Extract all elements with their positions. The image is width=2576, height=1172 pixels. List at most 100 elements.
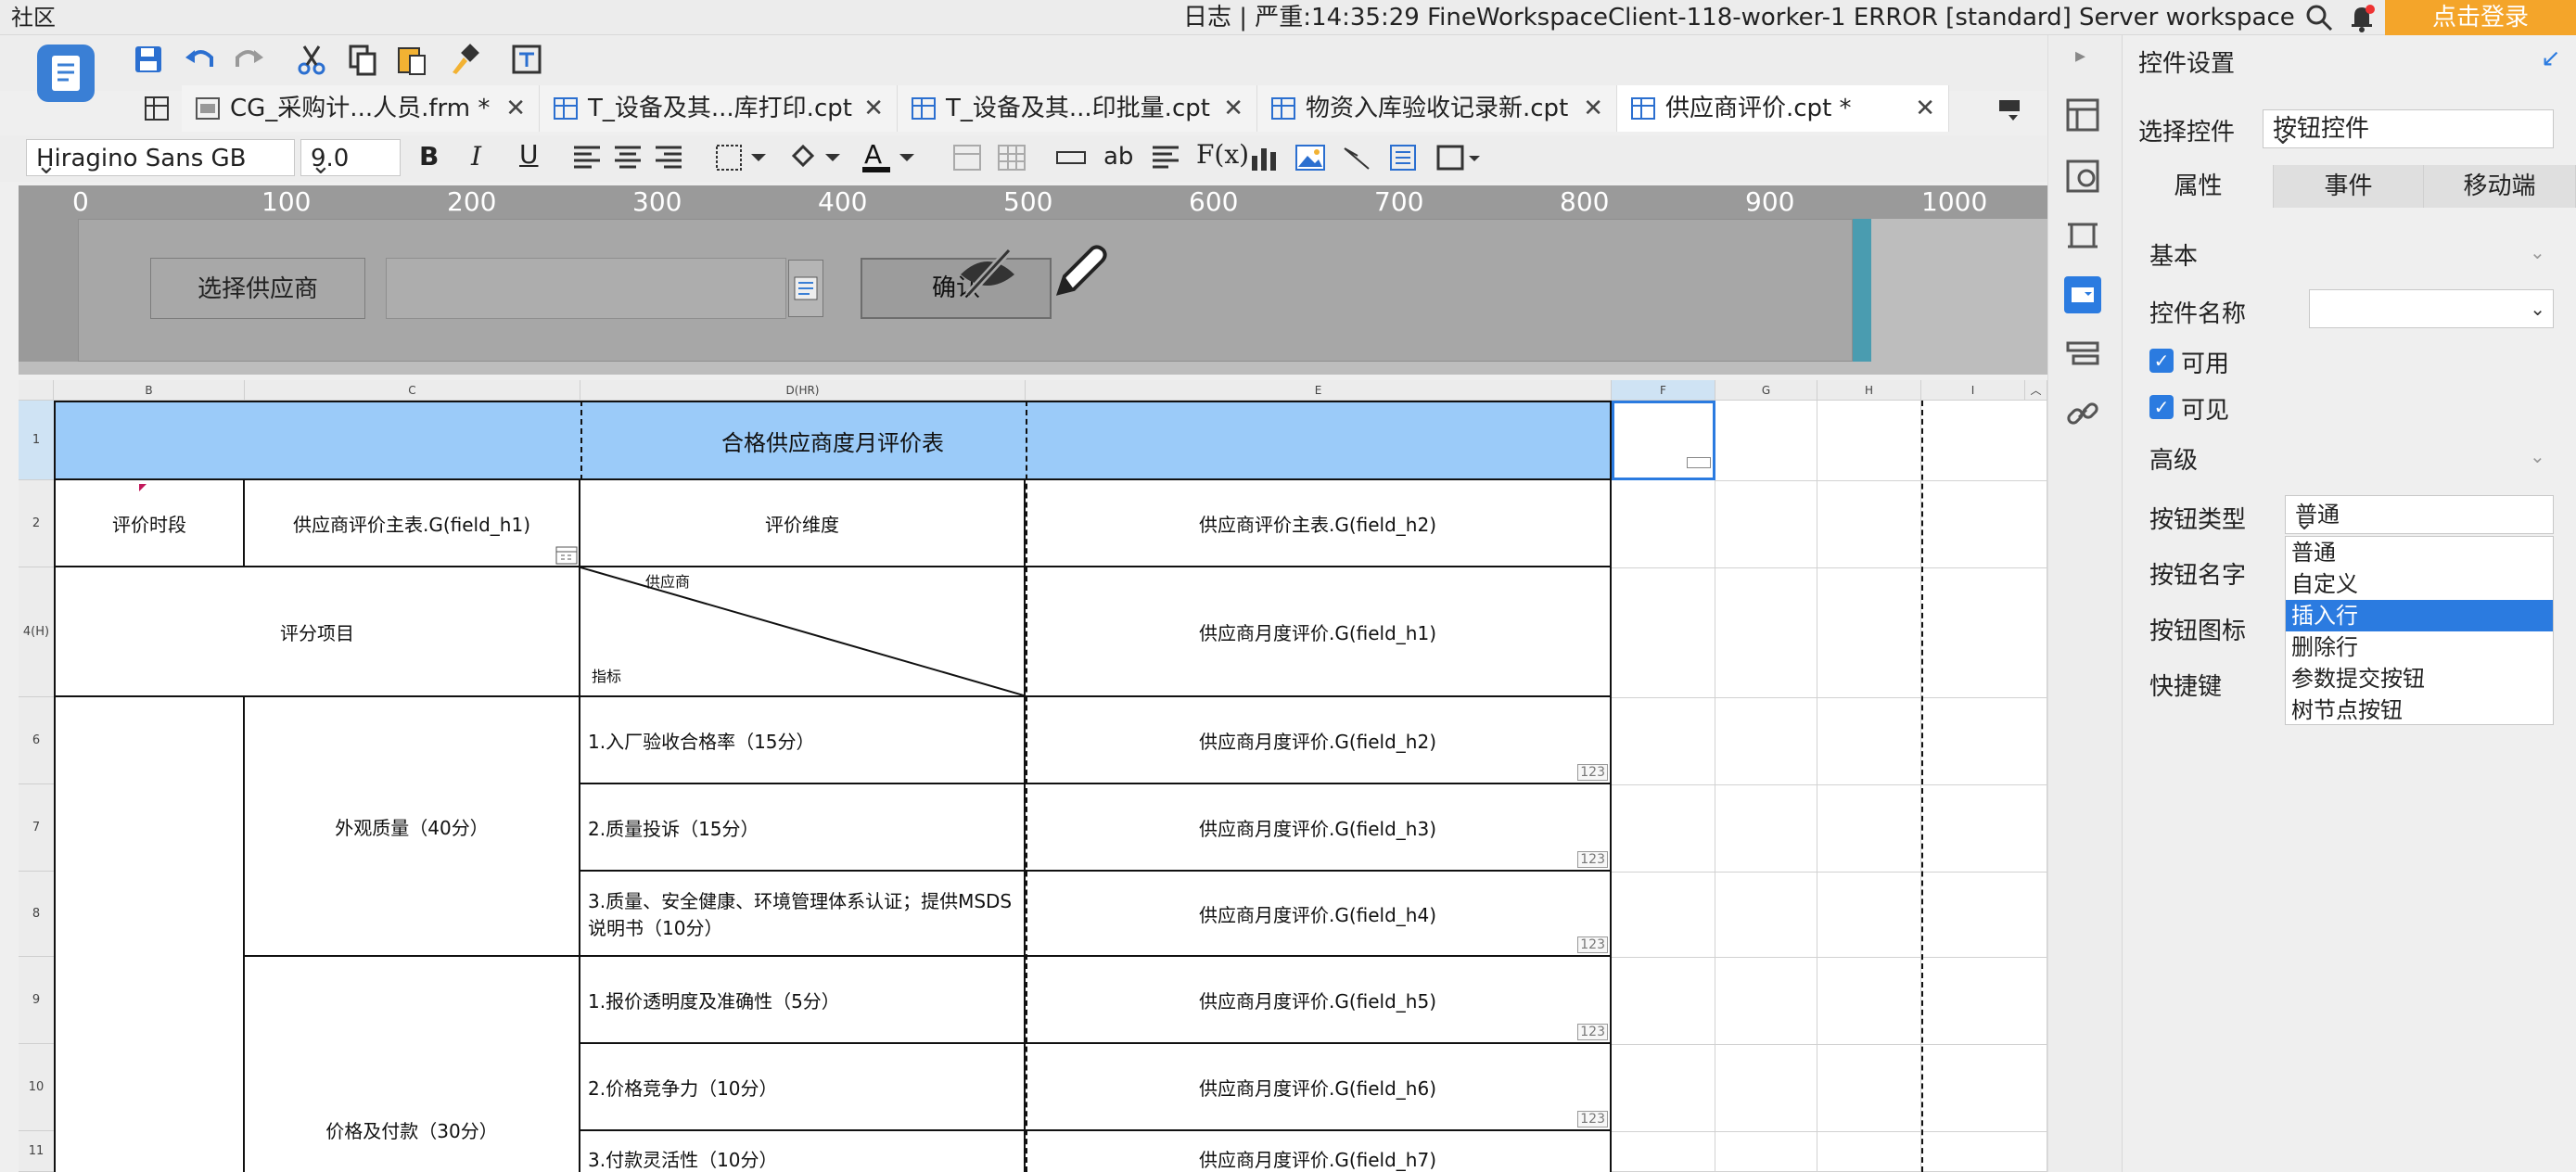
form-resize-handle[interactable] [1853, 219, 1871, 362]
widget-settings-icon[interactable] [2064, 276, 2101, 313]
tab-device-print[interactable]: T_设备及其...库打印.cpt ✕ [540, 85, 898, 132]
italic-button[interactable]: I [471, 141, 481, 172]
widget-name-input[interactable]: ⌄ [2309, 289, 2554, 328]
field-h2-cell[interactable]: 供应商评价主表.G(field_h2) [1026, 480, 1612, 567]
dropdown-option[interactable]: 普通 [2286, 537, 2553, 568]
search-icon[interactable] [2303, 2, 2335, 33]
tab-cg-frm[interactable]: CG_采购计...人员.frm * ✕ [182, 85, 540, 132]
field-cell[interactable]: 供应商月度评价.G(field_h5) 123 [1026, 957, 1612, 1044]
dropdown-option[interactable]: 树节点按钮 [2286, 694, 2553, 726]
report-title-cell[interactable]: 合格供应商度月评价表 [54, 401, 1612, 480]
field-cell[interactable]: 供应商月度评价.G(field_h6) 123 [1026, 1044, 1612, 1131]
row-header[interactable]: 1 [19, 401, 54, 480]
align-right-icon[interactable] [653, 143, 684, 172]
button-type-select[interactable]: 普通 ⌄ [2285, 495, 2554, 535]
bell-icon[interactable] [2346, 2, 2378, 33]
app-logo-icon[interactable] [37, 45, 95, 102]
chart-icon[interactable] [1248, 143, 1280, 172]
collapse-arrow-icon[interactable]: ▸ [2075, 45, 2085, 68]
cell-border-menu-icon[interactable] [1435, 143, 1484, 172]
row-header[interactable]: 11 [19, 1131, 54, 1172]
item-header-cell[interactable]: 评分项目 [54, 567, 580, 697]
image-icon[interactable] [1294, 143, 1326, 172]
column-header[interactable]: C [245, 380, 580, 401]
merge-cells-icon[interactable] [951, 143, 983, 172]
report-sheet[interactable]: B C D(HR) E F G H I ︿ 1 2 4(H) 6 7 8 9 1… [19, 380, 2047, 1172]
font-size-select[interactable]: 9.0 ⌄ [300, 139, 401, 180]
row-header[interactable]: 4(H) [19, 567, 54, 697]
tab-list-icon[interactable] [1996, 95, 2023, 122]
selected-cell-f1[interactable] [1612, 401, 1715, 480]
item-cell[interactable]: 3.质量、安全健康、环境管理体系认证；提供MSDS说明书（10分） [580, 872, 1026, 957]
dropdown-option[interactable]: 参数提交按钮 [2286, 663, 2553, 694]
align-center-icon[interactable] [612, 143, 644, 172]
format-painter-icon[interactable] [445, 41, 482, 78]
row-header[interactable]: 10 [19, 1044, 54, 1131]
split-cells-icon[interactable] [996, 143, 1027, 172]
advanced-section-title[interactable]: 高级 [2149, 441, 2198, 476]
field-cell[interactable]: 供应商月度评价.G(field_h7) [1026, 1131, 1612, 1172]
blank-merged-cell[interactable] [54, 697, 245, 1172]
copy-icon[interactable] [343, 41, 380, 78]
dropdown-option[interactable]: 删除行 [2286, 631, 2553, 663]
empty-column-f[interactable] [1612, 480, 1715, 1172]
tab-close-icon[interactable]: ✕ [1223, 85, 1243, 132]
cell-attribute-icon[interactable] [2064, 96, 2101, 134]
save-icon[interactable] [130, 41, 167, 78]
item-cell[interactable]: 1.报价透明度及准确性（5分） [580, 957, 1026, 1044]
field-cell[interactable]: 供应商月度评价.G(field_h3) 123 [1026, 784, 1612, 872]
column-header[interactable]: H [1817, 380, 1921, 401]
row-header[interactable]: 8 [19, 872, 54, 957]
select-all-corner[interactable] [19, 380, 54, 401]
sub-report-icon[interactable] [1387, 143, 1419, 172]
frame-icon[interactable] [2064, 217, 2101, 254]
collapse-chevron-icon[interactable]: ︿ [2025, 380, 2047, 401]
empty-column-i[interactable] [1921, 401, 2047, 1172]
diagonal-header-cell[interactable]: 供应商 指标 [580, 567, 1026, 697]
row-header[interactable]: 7 [19, 784, 54, 872]
enabled-checkbox[interactable]: ✓ [2149, 349, 2174, 373]
panel-collapse-icon[interactable]: ↙ [2541, 45, 2561, 72]
basic-section-title[interactable]: 基本 [2149, 237, 2198, 272]
bold-button[interactable]: B [419, 141, 439, 172]
align-left-icon[interactable] [571, 143, 603, 172]
border-icon[interactable] [714, 143, 770, 172]
tab-close-icon[interactable]: ✕ [1915, 85, 1935, 132]
supplier-field-cell[interactable]: 供应商评价主表.G(field_h1) [245, 480, 580, 567]
tab-material-inbound[interactable]: 物资入库验收记录新.cpt ✕ [1257, 85, 1617, 132]
paragraph-icon[interactable] [1150, 143, 1181, 172]
row-header[interactable]: 6 [19, 697, 54, 784]
community-link[interactable]: 社区 [11, 0, 56, 35]
item-cell[interactable]: 2.质量投诉（15分） [580, 784, 1026, 872]
field-h1-cell[interactable]: 供应商月度评价.G(field_h1) [1026, 567, 1612, 697]
tab-device-batch[interactable]: T_设备及其...印批量.cpt ✕ [898, 85, 1257, 132]
condition-attribute-icon[interactable] [2064, 336, 2101, 373]
formula-button[interactable]: F(x) [1196, 139, 1249, 170]
text-widget-button[interactable]: ab [1103, 143, 1133, 171]
select-supplier-button[interactable]: 选择供应商 [150, 258, 365, 319]
row-header[interactable]: 2 [19, 480, 54, 567]
text-field-icon[interactable] [1055, 146, 1087, 169]
chevron-down-icon[interactable]: ⌄ [2530, 241, 2545, 263]
redo-icon[interactable] [230, 41, 267, 78]
column-header[interactable]: D(HR) [580, 380, 1026, 401]
tab-mobile[interactable]: 移动端 [2424, 165, 2576, 208]
column-header[interactable]: I [1921, 380, 2025, 401]
template-icon[interactable] [508, 41, 545, 78]
column-header[interactable]: G [1715, 380, 1817, 401]
tab-supplier-evaluation[interactable]: 供应商评价.cpt * ✕ [1617, 85, 1949, 132]
login-button[interactable]: 点击登录 [2385, 0, 2576, 35]
font-family-select[interactable]: Hiragino Sans GB ⌄ [26, 139, 295, 180]
price-group-cell[interactable]: 价格及付款（30分） [245, 957, 580, 1172]
quality-group-cell[interactable]: 外观质量（40分） [245, 697, 580, 957]
column-header[interactable]: F [1612, 380, 1715, 401]
item-cell[interactable]: 3.付款灵活性（10分） [580, 1131, 1026, 1172]
pencil-icon[interactable] [1046, 239, 1111, 304]
chevron-down-icon[interactable]: ⌄ [2530, 445, 2545, 467]
log-message[interactable]: 日志 | 严重:14:35:29 FineWorkspaceClient-118… [1183, 0, 2296, 35]
slash-icon[interactable] [1341, 143, 1372, 172]
column-header[interactable]: B [54, 380, 245, 401]
field-cell[interactable]: 供应商月度评价.G(field_h2) 123 [1026, 697, 1612, 784]
item-cell[interactable]: 1.入厂验收合格率（15分） [580, 697, 1026, 784]
tab-close-icon[interactable]: ✕ [505, 85, 526, 132]
